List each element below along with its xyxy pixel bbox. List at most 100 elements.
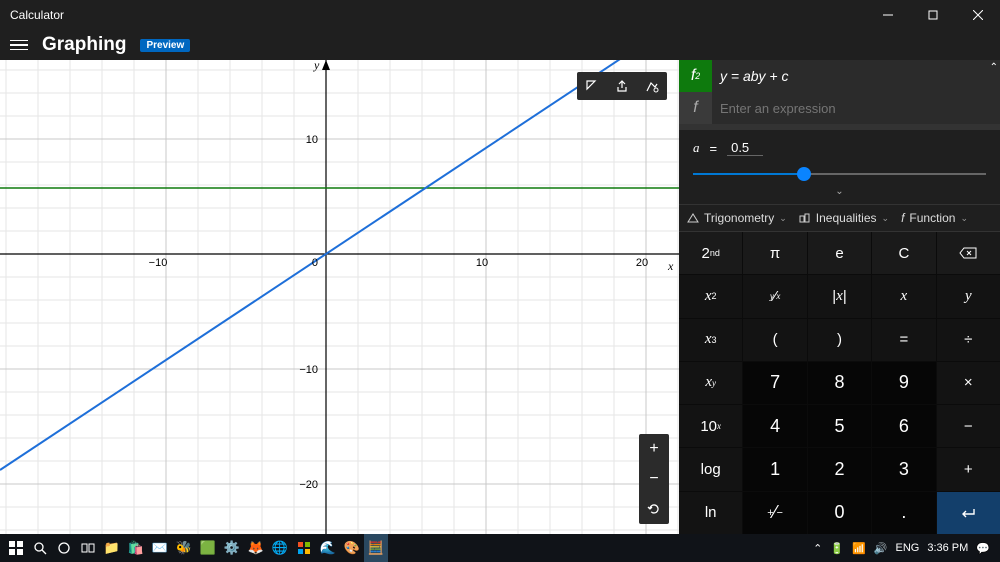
key-3[interactable]: 3 [872,448,935,490]
key-equals[interactable]: = [872,319,935,361]
key-e[interactable]: e [808,232,871,274]
graph-canvas: y x 0 −10 10 20 10 −10 −20 [0,60,679,534]
mail-icon[interactable]: ✉️ [148,534,172,562]
cortana-icon[interactable] [52,534,76,562]
svg-text:0: 0 [312,257,318,269]
graph-options-button[interactable] [637,72,667,100]
system-tray[interactable]: ⌃ 🔋 📶 🔊 ENG 3:36 PM 💬 [813,542,996,555]
key-2[interactable]: 2 [808,448,871,490]
key-negate[interactable]: +⁄− [743,492,806,534]
mode-title: Graphing [42,34,126,56]
app-title: Calculator [10,8,64,22]
key-divide[interactable]: ÷ [937,319,1000,361]
paint-icon[interactable]: 🎨 [340,534,364,562]
settings-icon[interactable]: ⚙️ [220,534,244,562]
key-y-over-x[interactable]: y⁄x [743,275,806,317]
zoom-in-button[interactable]: + [639,434,669,464]
expression-input[interactable] [712,92,1000,124]
key-log[interactable]: log [679,448,742,490]
hamburger-icon[interactable] [10,40,28,51]
svg-text:20: 20 [636,257,648,269]
maximize-button[interactable] [910,0,955,30]
chevron-down-icon[interactable]: ⌄ [693,186,986,204]
zoom-reset-button[interactable] [639,494,669,524]
key-backspace[interactable] [937,232,1000,274]
variable-slider[interactable] [693,166,986,182]
key-rparen[interactable]: ) [808,319,871,361]
zoom-out-button[interactable]: − [639,464,669,494]
inequalities-dropdown[interactable]: Inequalities⌄ [799,211,889,225]
function-list: f2 y = aby + c f [679,60,1000,130]
key-5[interactable]: 5 [808,405,871,447]
variable-name: a [693,140,700,156]
key-plus[interactable]: + [937,448,1000,490]
store-icon[interactable]: 🛍️ [124,534,148,562]
taskview-icon[interactable] [76,534,100,562]
graph-area[interactable]: y x 0 −10 10 20 10 −10 −20 + − [0,60,679,534]
trig-dropdown[interactable]: Trigonometry⌄ [687,211,787,225]
language-indicator[interactable]: ENG [895,542,919,554]
key-clear[interactable]: C [872,232,935,274]
search-icon[interactable] [28,534,52,562]
function-row-empty[interactable]: f [679,92,1000,124]
key-8[interactable]: 8 [808,362,871,404]
key-x[interactable]: x [872,275,935,317]
key-7[interactable]: 7 [743,362,806,404]
key-decimal[interactable]: . [872,492,935,534]
minimize-button[interactable] [865,0,910,30]
battery-icon[interactable]: 🔋 [830,542,844,555]
key-abs[interactable]: |x| [808,275,871,317]
function-row-active[interactable]: f2 y = aby + c [679,60,1000,92]
tray-chevron-icon[interactable]: ⌃ [813,542,822,555]
firefox-icon[interactable]: 🦊 [244,534,268,562]
key-lparen[interactable]: ( [743,319,806,361]
explorer-icon[interactable]: 📁 [100,534,124,562]
scroll-up-icon[interactable]: ⌃ [990,62,998,73]
preview-badge: Preview [140,39,190,52]
variable-section: a = 0.5 ⌄ [679,130,1000,204]
svg-text:−10: −10 [149,257,168,269]
function-dropdown[interactable]: fFunction⌄ [901,211,968,225]
clock[interactable]: 3:36 PM [927,542,968,554]
app-icon[interactable]: 🐝 [172,534,196,562]
trace-button[interactable] [577,72,607,100]
function-badge-icon: f2 [679,60,712,92]
key-1[interactable]: 1 [743,448,806,490]
key-x-cubed[interactable]: x3 [679,319,742,361]
office-icon[interactable] [292,534,316,562]
key-multiply[interactable]: × [937,362,1000,404]
calculator-taskbar-icon[interactable]: 🧮 [364,534,388,562]
key-4[interactable]: 4 [743,405,806,447]
wifi-icon[interactable]: 📶 [852,542,866,555]
key-x-power-y[interactable]: xy [679,362,742,404]
key-minus[interactable]: − [937,405,1000,447]
key-0[interactable]: 0 [808,492,871,534]
svg-text:x: x [667,259,674,273]
key-enter[interactable] [937,492,1000,534]
start-button[interactable] [4,534,28,562]
key-second[interactable]: 2nd [679,232,742,274]
right-panel: ⌃ f2 y = aby + c f a = 0.5 ⌄ [679,60,1000,534]
close-button[interactable] [955,0,1000,30]
edge-icon[interactable]: 🌊 [316,534,340,562]
category-row: Trigonometry⌄ Inequalities⌄ fFunction⌄ [679,204,1000,232]
key-x-squared[interactable]: x2 [679,275,742,317]
variable-value[interactable]: 0.5 [727,140,763,156]
notifications-icon[interactable]: 💬 [976,542,990,555]
svg-text:10: 10 [306,134,318,146]
svg-text:−20: −20 [299,479,318,491]
key-9[interactable]: 9 [872,362,935,404]
svg-text:y: y [313,60,320,72]
function-expression[interactable]: y = aby + c [712,60,1000,92]
key-ten-power-x[interactable]: 10x [679,405,742,447]
app-icon[interactable]: 🟩 [196,534,220,562]
key-y[interactable]: y [937,275,1000,317]
function-badge-icon: f [679,92,712,124]
key-6[interactable]: 6 [872,405,935,447]
chrome-icon[interactable]: 🌐 [268,534,292,562]
key-pi[interactable]: π [743,232,806,274]
key-ln[interactable]: ln [679,492,742,534]
titlebar: Calculator [0,0,1000,30]
share-button[interactable] [607,72,637,100]
volume-icon[interactable]: 🔊 [874,542,888,555]
